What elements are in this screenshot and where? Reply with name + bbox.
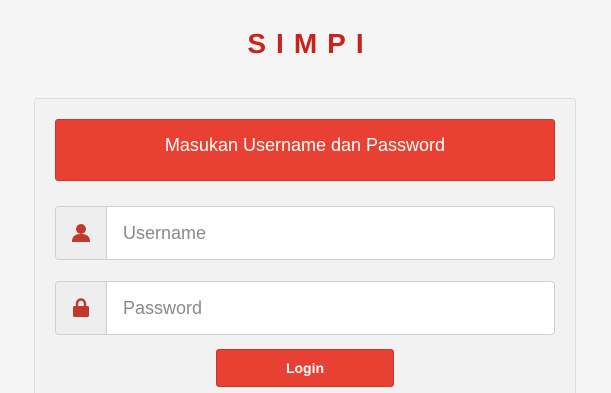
password-input-group: [55, 281, 555, 335]
login-button[interactable]: Login: [216, 349, 394, 387]
login-message: Masukan Username dan Password: [55, 119, 555, 181]
app-title: SIMPI: [247, 28, 374, 59]
login-page: SIMPI Masukan Username dan Password Logi…: [0, 0, 611, 393]
lock-icon: [73, 298, 89, 317]
username-input-group: [55, 206, 555, 260]
username-addon: [56, 207, 107, 259]
username-input[interactable]: [107, 207, 554, 259]
password-addon: [56, 282, 107, 334]
login-panel: Masukan Username dan Password Login: [34, 98, 576, 393]
user-icon: [72, 224, 90, 242]
password-input[interactable]: [107, 282, 554, 334]
